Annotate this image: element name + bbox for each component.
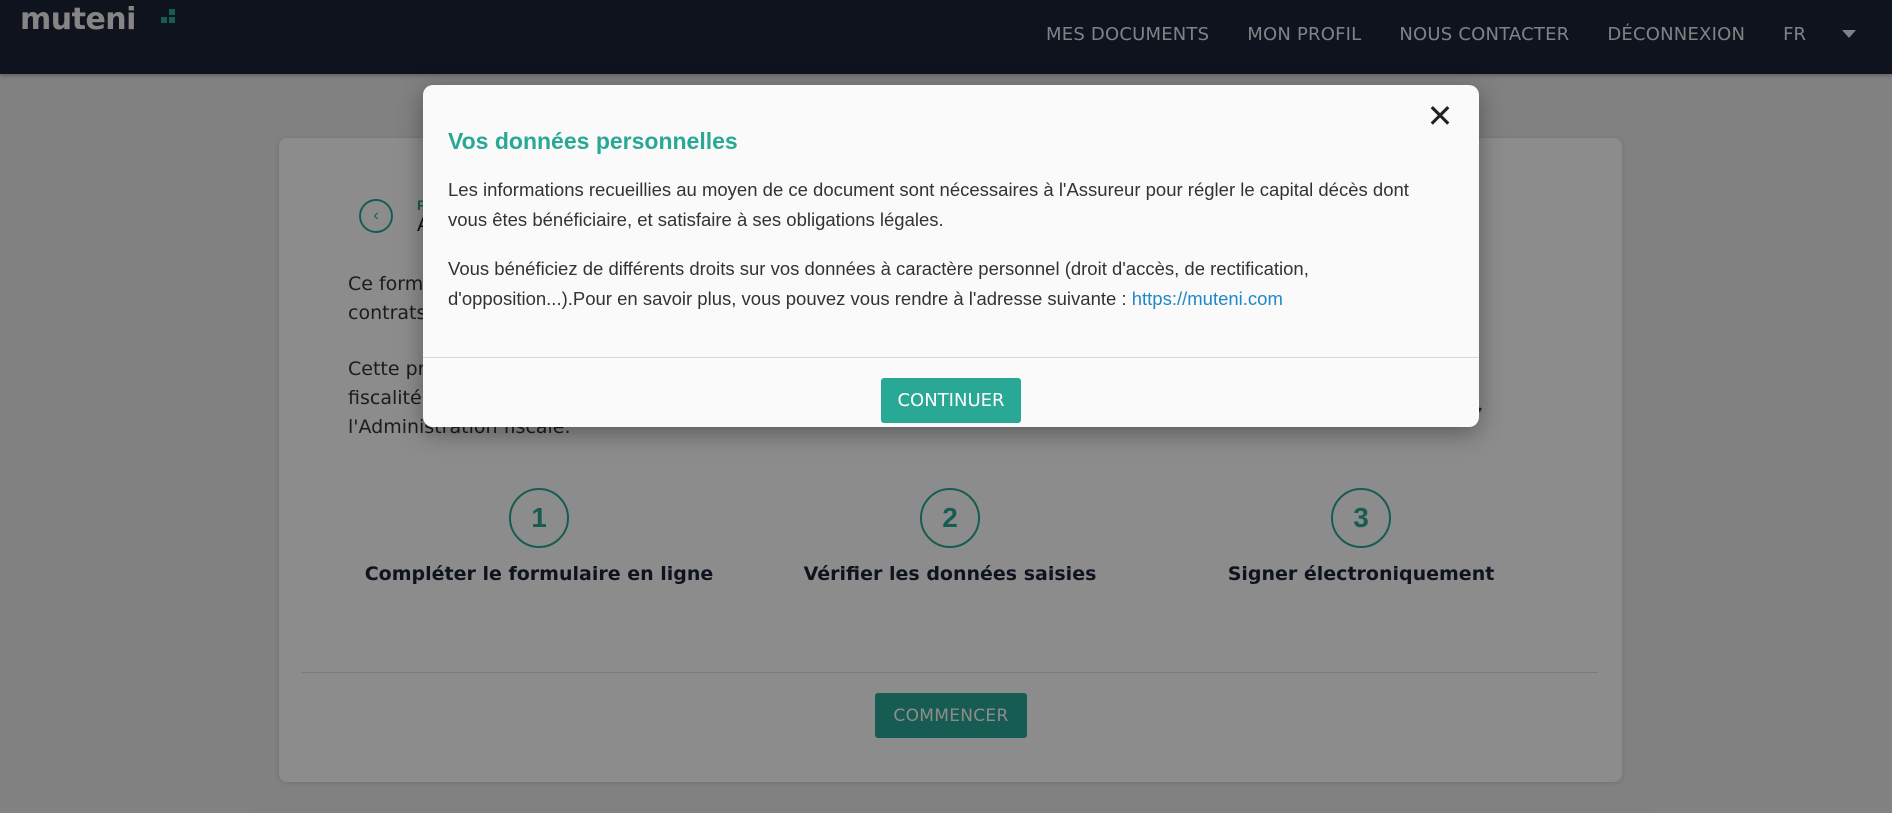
modal-divider <box>423 357 1479 358</box>
close-icon[interactable]: ✕ <box>1425 100 1455 132</box>
continue-button[interactable]: CONTINUER <box>881 378 1021 423</box>
modal-title: Vos données personnelles <box>448 128 738 154</box>
privacy-link[interactable]: https://muteni.com <box>1132 288 1283 309</box>
personal-data-modal: ✕ Vos données personnelles Les informati… <box>423 85 1479 427</box>
modal-paragraph-2: Vous bénéficiez de différents droits sur… <box>448 254 1448 314</box>
modal-paragraph-1: Les informations recueillies au moyen de… <box>448 179 1409 230</box>
